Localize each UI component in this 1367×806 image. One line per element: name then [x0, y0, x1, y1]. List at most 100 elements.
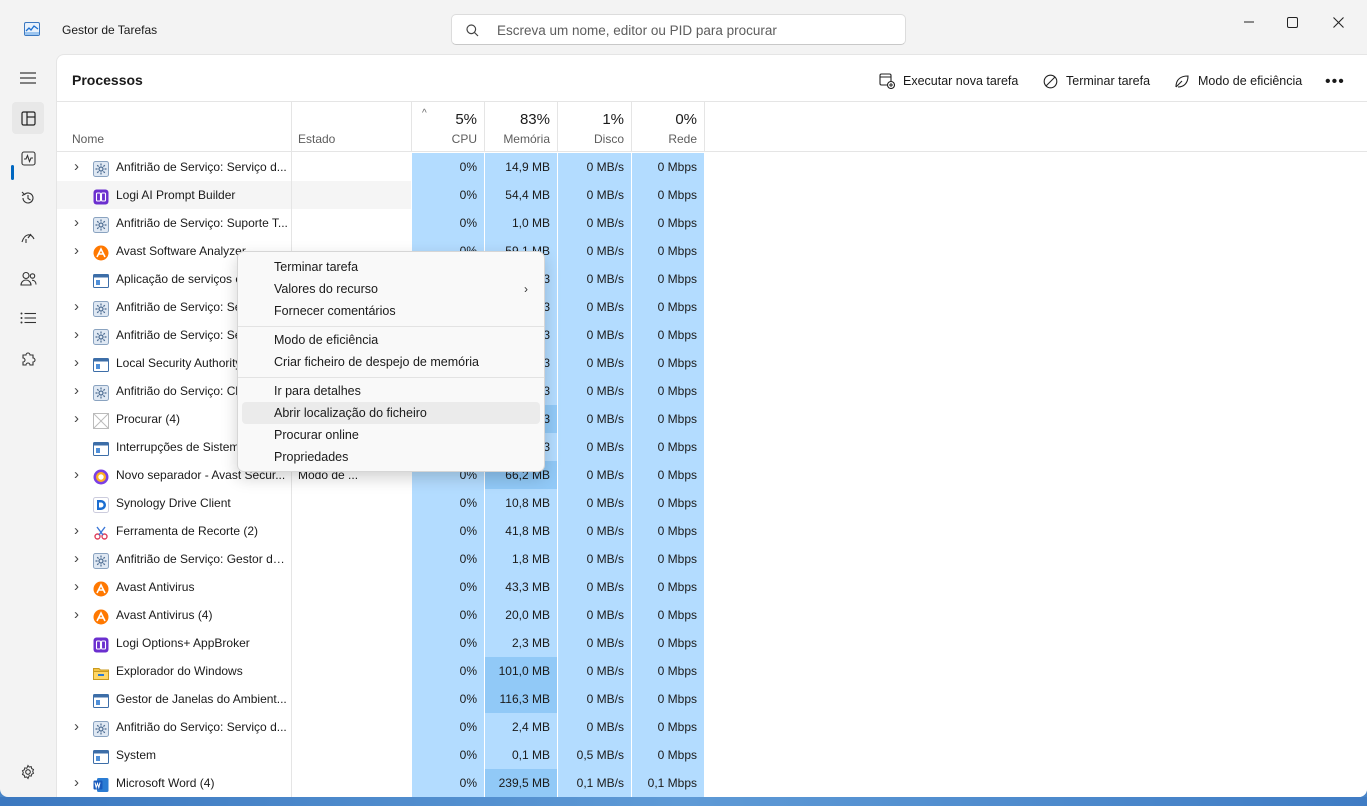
processes-icon: [20, 110, 36, 126]
gear-icon: [93, 215, 109, 233]
table-row[interactable]: › Microsoft Word (4) 0% 239,5 MB 0,1 MB/s 0,1…: [57, 769, 1367, 797]
process-name: Anfitrião de Serviço: Suporte T...: [116, 216, 288, 230]
nav-users[interactable]: [12, 262, 44, 294]
hamburger-icon: [20, 72, 36, 84]
nav-processes[interactable]: [12, 102, 44, 134]
column-header-cpu[interactable]: ^ 5% CPU: [412, 102, 485, 152]
process-disk: 0 MB/s: [558, 573, 631, 601]
process-disk: 0 MB/s: [558, 461, 631, 489]
menu-item-resource-values[interactable]: Valores do recurso ›: [242, 278, 540, 300]
expand-chevron-icon[interactable]: ›: [74, 405, 79, 433]
process-name-cell: › Avast Antivirus: [57, 573, 291, 601]
menu-item-feedback[interactable]: Fornecer comentários: [242, 300, 540, 322]
menu-item-open-file-location[interactable]: Abrir localização do ficheiro: [242, 402, 540, 424]
details-list-icon: [20, 312, 36, 324]
expand-chevron-icon[interactable]: ›: [74, 349, 79, 377]
end-task-button[interactable]: Terminar tarefa: [1043, 71, 1150, 91]
column-header-status[interactable]: Estado: [292, 102, 412, 152]
browser-icon: [93, 467, 109, 485]
logi-icon: [93, 187, 109, 205]
services-puzzle-icon: [22, 352, 36, 366]
navigation-sidebar: [0, 54, 56, 797]
minimize-button[interactable]: [1226, 10, 1272, 34]
process-network: 0 Mbps: [632, 321, 704, 349]
expand-chevron-icon[interactable]: ›: [74, 377, 79, 405]
table-row[interactable]: › Avast Antivirus 0% 43,3 MB 0 MB/s 0 Mbps: [57, 573, 1367, 601]
gear-icon: [93, 299, 109, 317]
nav-services[interactable]: [12, 342, 44, 374]
maximize-icon: [1286, 16, 1298, 28]
table-row[interactable]: Gestor de Janelas do Ambient... 0% 116,3 M…: [57, 685, 1367, 713]
process-network: 0 Mbps: [632, 713, 704, 741]
table-row[interactable]: Explorador do Windows 0% 101,0 MB 0 MB/s 0 M…: [57, 657, 1367, 685]
expand-chevron-icon[interactable]: ›: [74, 209, 79, 237]
menu-item-search-online[interactable]: Procurar online: [242, 424, 540, 446]
search-icon: [466, 24, 479, 37]
gear-icon: [93, 719, 109, 737]
table-row[interactable]: › Anfitrião de Serviço: Gestor de... 0% 1,8…: [57, 545, 1367, 573]
process-network: 0 Mbps: [632, 685, 704, 713]
expand-chevron-icon[interactable]: ›: [74, 517, 79, 545]
expand-chevron-icon[interactable]: ›: [74, 713, 79, 741]
process-network: 0 Mbps: [632, 209, 704, 237]
menu-item-efficiency-mode[interactable]: Modo de eficiência: [242, 329, 540, 351]
process-name-cell: Synology Drive Client: [57, 489, 291, 517]
avast-icon: [93, 607, 109, 625]
table-row[interactable]: › Ferramenta de Recorte (2) 0% 41,8 MB 0 MB/…: [57, 517, 1367, 545]
process-memory: 1,8 MB: [485, 545, 557, 573]
process-disk: 0 MB/s: [558, 489, 631, 517]
maximize-button[interactable]: [1269, 10, 1315, 34]
efficiency-mode-button[interactable]: Modo de eficiência: [1174, 71, 1302, 91]
users-icon: [19, 271, 37, 286]
expand-chevron-icon[interactable]: ›: [74, 461, 79, 489]
expand-chevron-icon[interactable]: ›: [74, 321, 79, 349]
expand-chevron-icon[interactable]: ›: [74, 153, 79, 181]
process-disk: 0 MB/s: [558, 433, 631, 461]
process-cpu: 0%: [412, 741, 484, 769]
column-header-name[interactable]: Nome: [57, 102, 292, 152]
expand-chevron-icon[interactable]: ›: [74, 601, 79, 629]
process-name-cell: › Anfitrião do Serviço: Serviço d...: [57, 713, 291, 741]
table-row[interactable]: Logi Options+ AppBroker 0% 2,3 MB 0 MB/s 0 M…: [57, 629, 1367, 657]
search-box[interactable]: [451, 14, 906, 45]
expand-chevron-icon[interactable]: ›: [74, 545, 79, 573]
column-header-disk[interactable]: 1% Disco: [558, 102, 632, 152]
table-row[interactable]: › Anfitrião do Serviço: Serviço d... 0% 2,4…: [57, 713, 1367, 741]
column-header-network[interactable]: 0% Rede: [632, 102, 705, 152]
expand-chevron-icon[interactable]: ›: [74, 237, 79, 265]
table-row[interactable]: System 0% 0,1 MB 0,5 MB/s 0 Mbps: [57, 741, 1367, 769]
nav-performance[interactable]: [12, 142, 44, 174]
process-name: Logi AI Prompt Builder: [116, 188, 236, 202]
close-button[interactable]: [1315, 10, 1361, 34]
process-network: 0 Mbps: [632, 237, 704, 265]
menu-item-end-task[interactable]: Terminar tarefa: [242, 256, 540, 278]
table-row[interactable]: › Anfitrião de Serviço: Serviço d... 0% 14,…: [57, 153, 1367, 181]
table-row[interactable]: › Anfitrião de Serviço: Suporte T... 0% 1,0…: [57, 209, 1367, 237]
process-cpu: 0%: [412, 601, 484, 629]
process-network: 0 Mbps: [632, 433, 704, 461]
table-row[interactable]: Synology Drive Client 0% 10,8 MB 0 MB/s 0 Mb…: [57, 489, 1367, 517]
menu-item-go-to-details[interactable]: Ir para detalhes: [242, 380, 540, 402]
nav-settings[interactable]: [12, 756, 44, 788]
table-row[interactable]: › Avast Antivirus (4) 0% 20,0 MB 0 MB/s 0 Mbp…: [57, 601, 1367, 629]
nav-details[interactable]: [12, 302, 44, 334]
process-network: 0 Mbps: [632, 601, 704, 629]
network-label: Rede: [668, 132, 697, 146]
title-bar[interactable]: Gestor de Tarefas: [0, 0, 1367, 54]
expand-chevron-icon[interactable]: ›: [74, 573, 79, 601]
process-memory: 43,3 MB: [485, 573, 557, 601]
nav-app-history[interactable]: [12, 182, 44, 214]
process-disk: 0,1 MB/s: [558, 769, 631, 797]
hamburger-menu-button[interactable]: [12, 62, 44, 94]
expand-chevron-icon[interactable]: ›: [74, 293, 79, 321]
search-input[interactable]: [497, 21, 897, 39]
more-options-button[interactable]: •••: [1325, 73, 1345, 91]
menu-item-create-dump[interactable]: Criar ficheiro de despejo de memória: [242, 351, 540, 373]
desktop-wallpaper: [0, 797, 1367, 806]
menu-item-properties[interactable]: Propriedades: [242, 446, 540, 468]
column-header-memory[interactable]: 83% Memória: [485, 102, 558, 152]
table-row[interactable]: Logi AI Prompt Builder 0% 54,4 MB 0 MB/s 0 M…: [57, 181, 1367, 209]
expand-chevron-icon[interactable]: ›: [74, 769, 79, 797]
run-new-task-button[interactable]: Executar nova tarefa: [879, 71, 1018, 91]
nav-startup-apps[interactable]: [12, 222, 44, 254]
